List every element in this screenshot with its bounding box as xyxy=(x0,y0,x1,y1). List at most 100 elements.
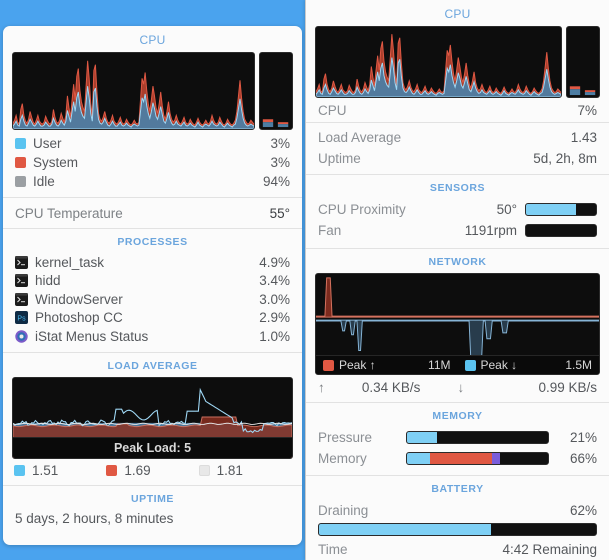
battery-time-label: Time xyxy=(318,542,348,557)
memory-pressure-label: Pressure xyxy=(318,430,398,445)
right-cpu-overlay-value: 7% xyxy=(577,103,597,118)
network-peak-strip: Peak ↑ 11M Peak ↓ 1.5M xyxy=(316,355,599,374)
cpu-legend-label-system: System xyxy=(33,155,78,170)
sensor-value: 1191rpm xyxy=(349,223,517,238)
load-5m-value: 1.69 xyxy=(124,463,150,478)
cpu-core-mini-graph[interactable] xyxy=(259,52,293,130)
sensor-row-fan[interactable]: Fan 1191rpm xyxy=(306,220,609,241)
memory-used-value: 66% xyxy=(557,451,597,466)
uptime-label: Uptime xyxy=(318,151,361,166)
battery-bar-wrap xyxy=(306,521,609,536)
terminal-icon xyxy=(15,274,28,287)
peak-down-label: Peak ↓ xyxy=(481,358,518,372)
load-15m-swatch-icon xyxy=(199,465,210,476)
memory-pressure-value: 21% xyxy=(557,430,597,445)
battery-state-row: Draining 62% xyxy=(306,500,609,521)
load-legend-15m: 1.81 xyxy=(199,463,291,478)
right-cpu-history-graph[interactable] xyxy=(315,26,562,98)
process-row[interactable]: WindowServer 3.0% xyxy=(3,290,302,309)
battery-title: BATTERY xyxy=(306,476,609,500)
peak-up-swatch-icon xyxy=(323,360,334,371)
memory-title: MEMORY xyxy=(306,403,609,427)
sensor-bar xyxy=(525,224,597,237)
right-cpu-history-svg xyxy=(316,27,561,97)
cpu-legend-label-idle: Idle xyxy=(33,174,55,189)
sensor-bar xyxy=(525,203,597,216)
load-1m-value: 1.51 xyxy=(32,463,58,478)
peak-up-label: Peak ↑ xyxy=(339,358,376,372)
right-cpu-core-mini-graph[interactable] xyxy=(566,26,600,98)
cpu-legend: User 3% System 3% Idle 94% xyxy=(3,130,302,193)
photoshop-icon: Ps xyxy=(15,311,28,324)
network-rates-row: ↑ 0.34 KB/s ↓ 0.99 KB/s xyxy=(306,375,609,397)
peak-load-label: Peak Load: 5 xyxy=(13,437,292,458)
process-row[interactable]: iStat Menus Status 1.0% xyxy=(3,327,302,346)
desktop: CPU User 3% System 3% Idle 94% CPU Tempe… xyxy=(0,0,609,560)
left-cpu-title: CPU xyxy=(3,26,302,52)
process-name: hidd xyxy=(35,273,61,288)
process-row[interactable]: hidd 3.4% xyxy=(3,272,302,291)
process-name: iStat Menus Status xyxy=(35,329,148,344)
cpu-legend-value-system: 3% xyxy=(270,155,290,170)
cpu-history-svg xyxy=(13,53,254,129)
process-value: 1.0% xyxy=(259,329,290,344)
peak-down-value: 1.5M xyxy=(565,358,592,372)
download-rate: 0.99 KB/s xyxy=(464,380,597,395)
memory-row-pressure[interactable]: Pressure 21% xyxy=(306,427,609,448)
cpu-legend-value-idle: 94% xyxy=(263,174,290,189)
upload-arrow-icon: ↑ xyxy=(318,380,325,395)
battery-time-row: Time 4:42 Remaining xyxy=(306,539,609,560)
load-legend-5m: 1.69 xyxy=(106,463,198,478)
right-cpu-overlay-label: CPU xyxy=(318,103,347,118)
process-name: kernel_task xyxy=(35,255,104,270)
user-swatch-icon xyxy=(15,138,26,149)
process-value: 2.9% xyxy=(259,310,290,325)
load-average-graph-wrap: Peak Load: 5 xyxy=(3,377,302,459)
peak-up-value: 11M xyxy=(428,358,450,372)
load-average-value: 1.43 xyxy=(571,130,597,145)
peak-down-swatch-icon xyxy=(465,360,476,371)
load-1m-swatch-icon xyxy=(14,465,25,476)
network-graph[interactable]: Peak ↑ 11M Peak ↓ 1.5M xyxy=(315,273,600,375)
load-15m-value: 1.81 xyxy=(217,463,243,478)
process-name: WindowServer xyxy=(35,292,123,307)
battery-time-value: 4:42 Remaining xyxy=(502,542,597,557)
uptime-row[interactable]: Uptime 5d, 2h, 8m xyxy=(306,148,609,169)
load-legend-1m: 1.51 xyxy=(14,463,106,478)
load-average-title: LOAD AVERAGE xyxy=(3,353,302,377)
cpu-legend-label-user: User xyxy=(33,136,62,151)
process-list: kernel_task 4.9% hidd 3.4% WindowServer … xyxy=(3,253,302,346)
process-name: Photoshop CC xyxy=(35,310,123,325)
upload-rate: 0.34 KB/s xyxy=(325,380,458,395)
cpu-legend-row-user: User 3% xyxy=(15,134,290,153)
process-value: 3.0% xyxy=(259,292,290,307)
battery-state-label: Draining xyxy=(318,503,368,518)
uptime-value: 5 days, 2 hours, 8 minutes xyxy=(3,510,302,526)
uptime-title: UPTIME xyxy=(3,486,302,510)
network-peak-up: Peak ↑ 11M xyxy=(316,358,458,372)
right-cpu-core-bars xyxy=(567,27,599,97)
process-row[interactable]: kernel_task 4.9% xyxy=(3,253,302,272)
cpu-temperature-row[interactable]: CPU Temperature 55° xyxy=(3,198,302,228)
load-average-label: Load Average xyxy=(318,130,401,145)
network-peak-down: Peak ↓ 1.5M xyxy=(458,358,600,372)
svg-text:Ps: Ps xyxy=(17,316,26,323)
right-cpu-graph-wrap xyxy=(306,26,609,98)
load-average-graph[interactable]: Peak Load: 5 xyxy=(12,377,293,459)
istat-left-popup: CPU User 3% System 3% Idle 94% CPU Tempe… xyxy=(3,26,302,545)
left-cpu-graph-wrap xyxy=(3,52,302,130)
memory-used-bar xyxy=(406,452,549,465)
cpu-history-graph[interactable] xyxy=(12,52,255,130)
cpu-core-bars xyxy=(260,53,292,129)
istat-right-popup: CPU CPU 7% Load Average 1.43 Uptime 5d, … xyxy=(305,0,609,560)
load-average-row[interactable]: Load Average 1.43 xyxy=(306,127,609,148)
process-row[interactable]: Ps Photoshop CC 2.9% xyxy=(3,309,302,328)
terminal-icon xyxy=(15,293,28,306)
right-cpu-title: CPU xyxy=(306,0,609,26)
right-cpu-overlay-row: CPU 7% xyxy=(306,98,609,122)
sensor-value: 50° xyxy=(414,202,517,217)
sensor-row-cpu-proximity[interactable]: CPU Proximity 50° xyxy=(306,199,609,220)
cpu-legend-row-idle: Idle 94% xyxy=(15,172,290,191)
cpu-legend-value-user: 3% xyxy=(270,136,290,151)
memory-row-memory[interactable]: Memory 66% xyxy=(306,448,609,469)
